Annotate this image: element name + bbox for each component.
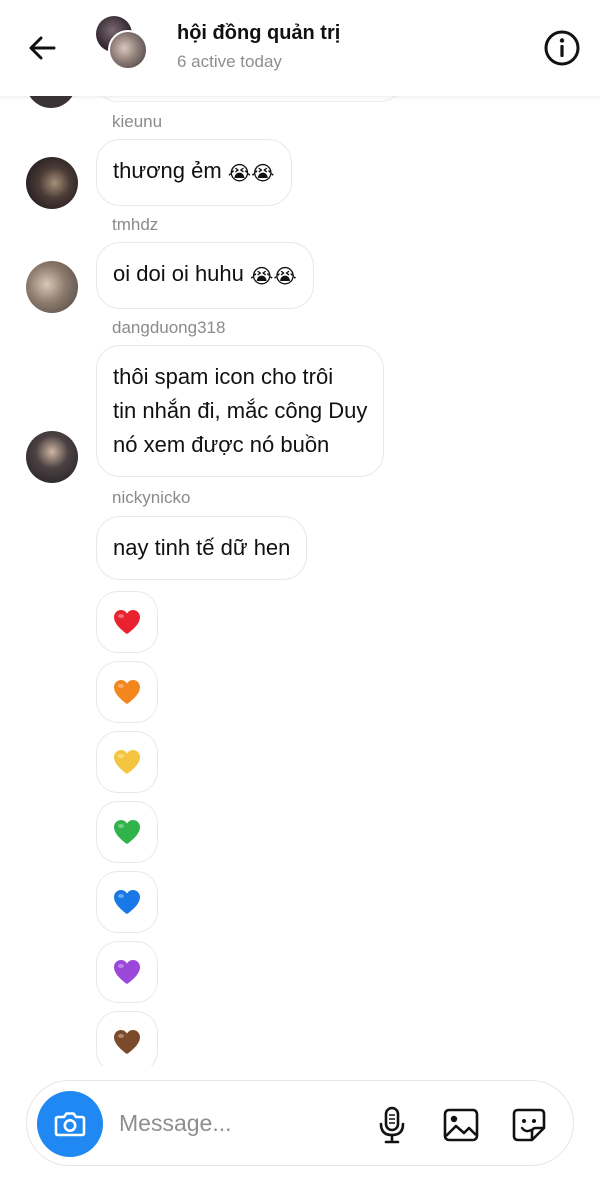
message-composer — [26, 1080, 574, 1166]
info-icon — [544, 30, 580, 66]
sticker-button[interactable] — [507, 1103, 551, 1147]
message-bubble[interactable]: thôi spam icon cho trôi tin nhắn đi, mắc… — [96, 345, 385, 477]
heart-message-bubble[interactable] — [96, 941, 158, 1003]
message-bubble[interactable]: nay tinh tế dữ hen — [96, 516, 308, 580]
back-button[interactable] — [22, 28, 62, 68]
heart-message-bubble[interactable] — [96, 661, 158, 723]
heart-message-bubble[interactable] — [96, 731, 158, 793]
info-button[interactable] — [540, 26, 584, 70]
dm-thread-screen: hội đồng quản trị 6 active today kieunu … — [0, 0, 600, 1188]
message-text-line: tin nhắn đi, mắc công Duy — [113, 398, 368, 423]
group-avatar[interactable] — [96, 16, 152, 72]
heart-message-bubble[interactable] — [96, 801, 158, 863]
crying-face-emoji: 😭😭 — [250, 266, 297, 288]
message-text: oi doi oi huhu — [113, 261, 244, 286]
yellow-heart-icon — [114, 750, 140, 774]
active-status: 6 active today — [177, 52, 282, 71]
message-text: thương ẻm — [113, 158, 222, 183]
green-heart-icon — [114, 820, 140, 844]
message-bubble[interactable]: thương ẻm 😭😭 — [96, 139, 292, 206]
red-heart-icon — [114, 610, 140, 634]
thread-header: hội đồng quản trị 6 active today — [0, 0, 600, 96]
arrow-left-icon — [29, 36, 56, 60]
avatar[interactable] — [26, 157, 78, 209]
purple-heart-icon — [114, 960, 140, 984]
brown-heart-icon — [114, 1030, 140, 1054]
sender-name: tmhdz — [112, 215, 159, 234]
heart-message-bubble[interactable] — [96, 1011, 158, 1073]
camera-icon — [54, 1112, 86, 1137]
camera-button[interactable] — [37, 1091, 103, 1157]
sender-name: nickynicko — [112, 488, 191, 507]
thread-title[interactable]: hội đồng quản trị — [177, 22, 340, 45]
message-text-line: nó xem được nó buồn — [113, 432, 330, 457]
heart-message-bubble[interactable] — [96, 871, 158, 933]
message-text: nay tinh tế dữ hen — [113, 535, 291, 560]
crying-face-emoji: 😭😭 — [227, 163, 275, 185]
microphone-icon — [379, 1106, 405, 1144]
message-input[interactable] — [119, 1105, 359, 1141]
heart-message-bubble[interactable] — [96, 591, 158, 653]
sender-name: dangduong318 — [112, 318, 226, 337]
gallery-button[interactable] — [439, 1103, 483, 1147]
sticker-icon — [512, 1108, 546, 1142]
avatar[interactable] — [26, 431, 78, 483]
microphone-button[interactable] — [370, 1103, 414, 1147]
message-bubble[interactable]: oi doi oi huhu 😭😭 — [96, 242, 314, 309]
sender-name: kieunu — [112, 112, 163, 131]
image-icon — [443, 1108, 479, 1142]
avatar[interactable] — [26, 261, 78, 313]
blue-heart-icon — [114, 890, 140, 914]
message-text-line: thôi spam icon cho trôi — [113, 364, 334, 389]
orange-heart-icon — [114, 680, 140, 704]
avatar — [108, 30, 148, 70]
